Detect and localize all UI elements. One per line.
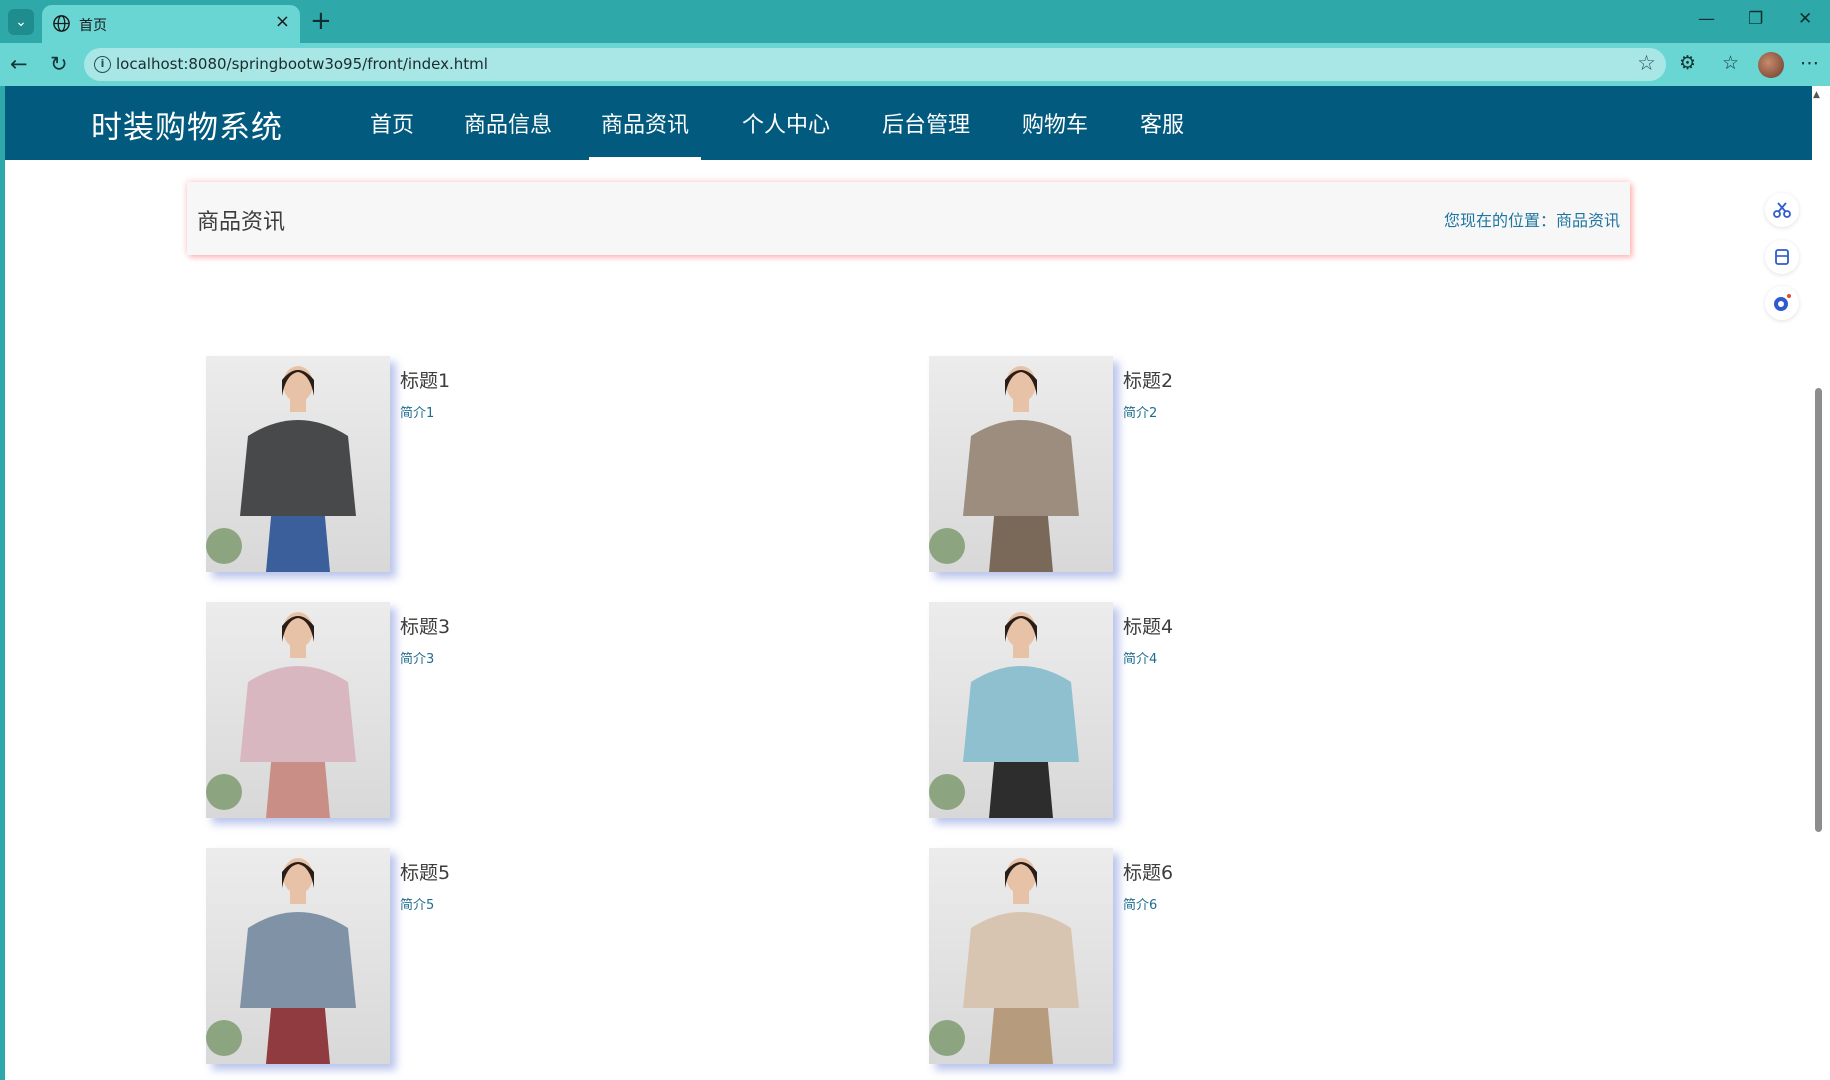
nav-admin[interactable]: 后台管理: [882, 107, 970, 160]
web-page: 时装购物系统 首页 商品信息 商品资讯 个人中心 后台管理 购物车 客服 商品资…: [0, 86, 1830, 1080]
news-item[interactable]: 标题1 简介1: [206, 356, 806, 572]
news-title[interactable]: 标题3: [400, 612, 450, 639]
news-item[interactable]: 标题5 简介5: [206, 848, 806, 1064]
news-image[interactable]: [206, 848, 390, 1064]
site-header: 时装购物系统 首页 商品信息 商品资讯 个人中心 后台管理 购物车 客服: [5, 86, 1812, 160]
restore-icon[interactable]: ❐: [1748, 9, 1763, 29]
nav-cart[interactable]: 购物车: [1022, 107, 1088, 160]
news-intro: 简介2: [1123, 406, 1158, 421]
copilot-chat-icon[interactable]: [1765, 286, 1799, 320]
breadcrumb-current[interactable]: 商品资讯: [1556, 211, 1620, 230]
news-image[interactable]: [929, 848, 1113, 1064]
url-field[interactable]: i localhost:8080/springbootw3o95/front/i…: [84, 48, 1666, 81]
close-window-icon[interactable]: ✕: [1798, 9, 1812, 29]
breadcrumb-label: 您现在的位置：: [1443, 211, 1556, 230]
nav-customer-service[interactable]: 客服: [1140, 107, 1184, 160]
profile-avatar[interactable]: [1758, 52, 1784, 78]
news-image[interactable]: [206, 356, 390, 572]
tab-list-chevron-icon[interactable]: ⌄: [8, 9, 34, 35]
window-border: [0, 86, 5, 1080]
news-image[interactable]: [929, 356, 1113, 572]
page-title: 商品资讯: [197, 210, 286, 235]
more-menu-icon[interactable]: ⋯: [1800, 52, 1819, 74]
favorites-icon[interactable]: ☆: [1722, 52, 1739, 74]
browser-address-bar: ← ↻ i localhost:8080/springbootw3o95/fro…: [0, 43, 1830, 86]
reload-icon[interactable]: ↻: [50, 52, 68, 76]
news-item[interactable]: 标题3 简介3: [206, 602, 806, 818]
scissors-tool-icon[interactable]: [1765, 193, 1799, 227]
news-intro: 简介3: [400, 652, 435, 667]
nav-product-info[interactable]: 商品信息: [464, 107, 552, 160]
nav-product-news[interactable]: 商品资讯: [588, 107, 702, 160]
back-arrow-icon[interactable]: ←: [10, 52, 28, 76]
url-text: localhost:8080/springbootw3o95/front/ind…: [116, 55, 488, 73]
scroll-up-arrow-icon[interactable]: ▲: [1813, 90, 1820, 100]
news-title[interactable]: 标题5: [400, 858, 450, 885]
new-tab-plus-icon[interactable]: +: [310, 6, 332, 36]
reading-tool-icon[interactable]: [1765, 240, 1799, 274]
news-intro: 简介5: [400, 898, 435, 913]
news-title[interactable]: 标题6: [1123, 858, 1173, 885]
close-tab-icon[interactable]: ×: [275, 11, 290, 32]
news-image[interactable]: [929, 602, 1113, 818]
news-title[interactable]: 标题2: [1123, 366, 1173, 393]
news-title[interactable]: 标题4: [1123, 612, 1173, 639]
news-intro: 简介6: [1123, 898, 1158, 913]
favorite-star-icon[interactable]: ☆: [1637, 51, 1656, 75]
news-item[interactable]: 标题6 简介6: [929, 848, 1529, 1064]
nav-home[interactable]: 首页: [370, 107, 414, 160]
minimize-icon[interactable]: —: [1698, 9, 1715, 29]
globe-icon: [53, 15, 70, 32]
news-intro: 简介4: [1123, 652, 1158, 667]
tab-title: 首页: [79, 18, 107, 34]
scrollbar-thumb[interactable]: [1815, 388, 1822, 832]
site-info-icon[interactable]: i: [94, 56, 111, 73]
news-item[interactable]: 标题4 简介4: [929, 602, 1529, 818]
browser-tab[interactable]: 首页 ×: [42, 5, 300, 43]
news-title[interactable]: 标题1: [400, 366, 450, 393]
breadcrumb: 您现在的位置：商品资讯: [1444, 207, 1620, 231]
news-image[interactable]: [206, 602, 390, 818]
nav-personal-center[interactable]: 个人中心: [742, 107, 830, 160]
browser-tab-bar: ⌄ 首页 × + — ❐ ✕: [0, 0, 1830, 43]
site-logo: 时装购物系统: [91, 110, 283, 146]
news-intro: 简介1: [400, 406, 435, 421]
extensions-icon[interactable]: ⚙: [1679, 52, 1696, 74]
breadcrumb-bar: 商品资讯 您现在的位置：商品资讯: [187, 182, 1630, 255]
news-item[interactable]: 标题2 简介2: [929, 356, 1529, 572]
